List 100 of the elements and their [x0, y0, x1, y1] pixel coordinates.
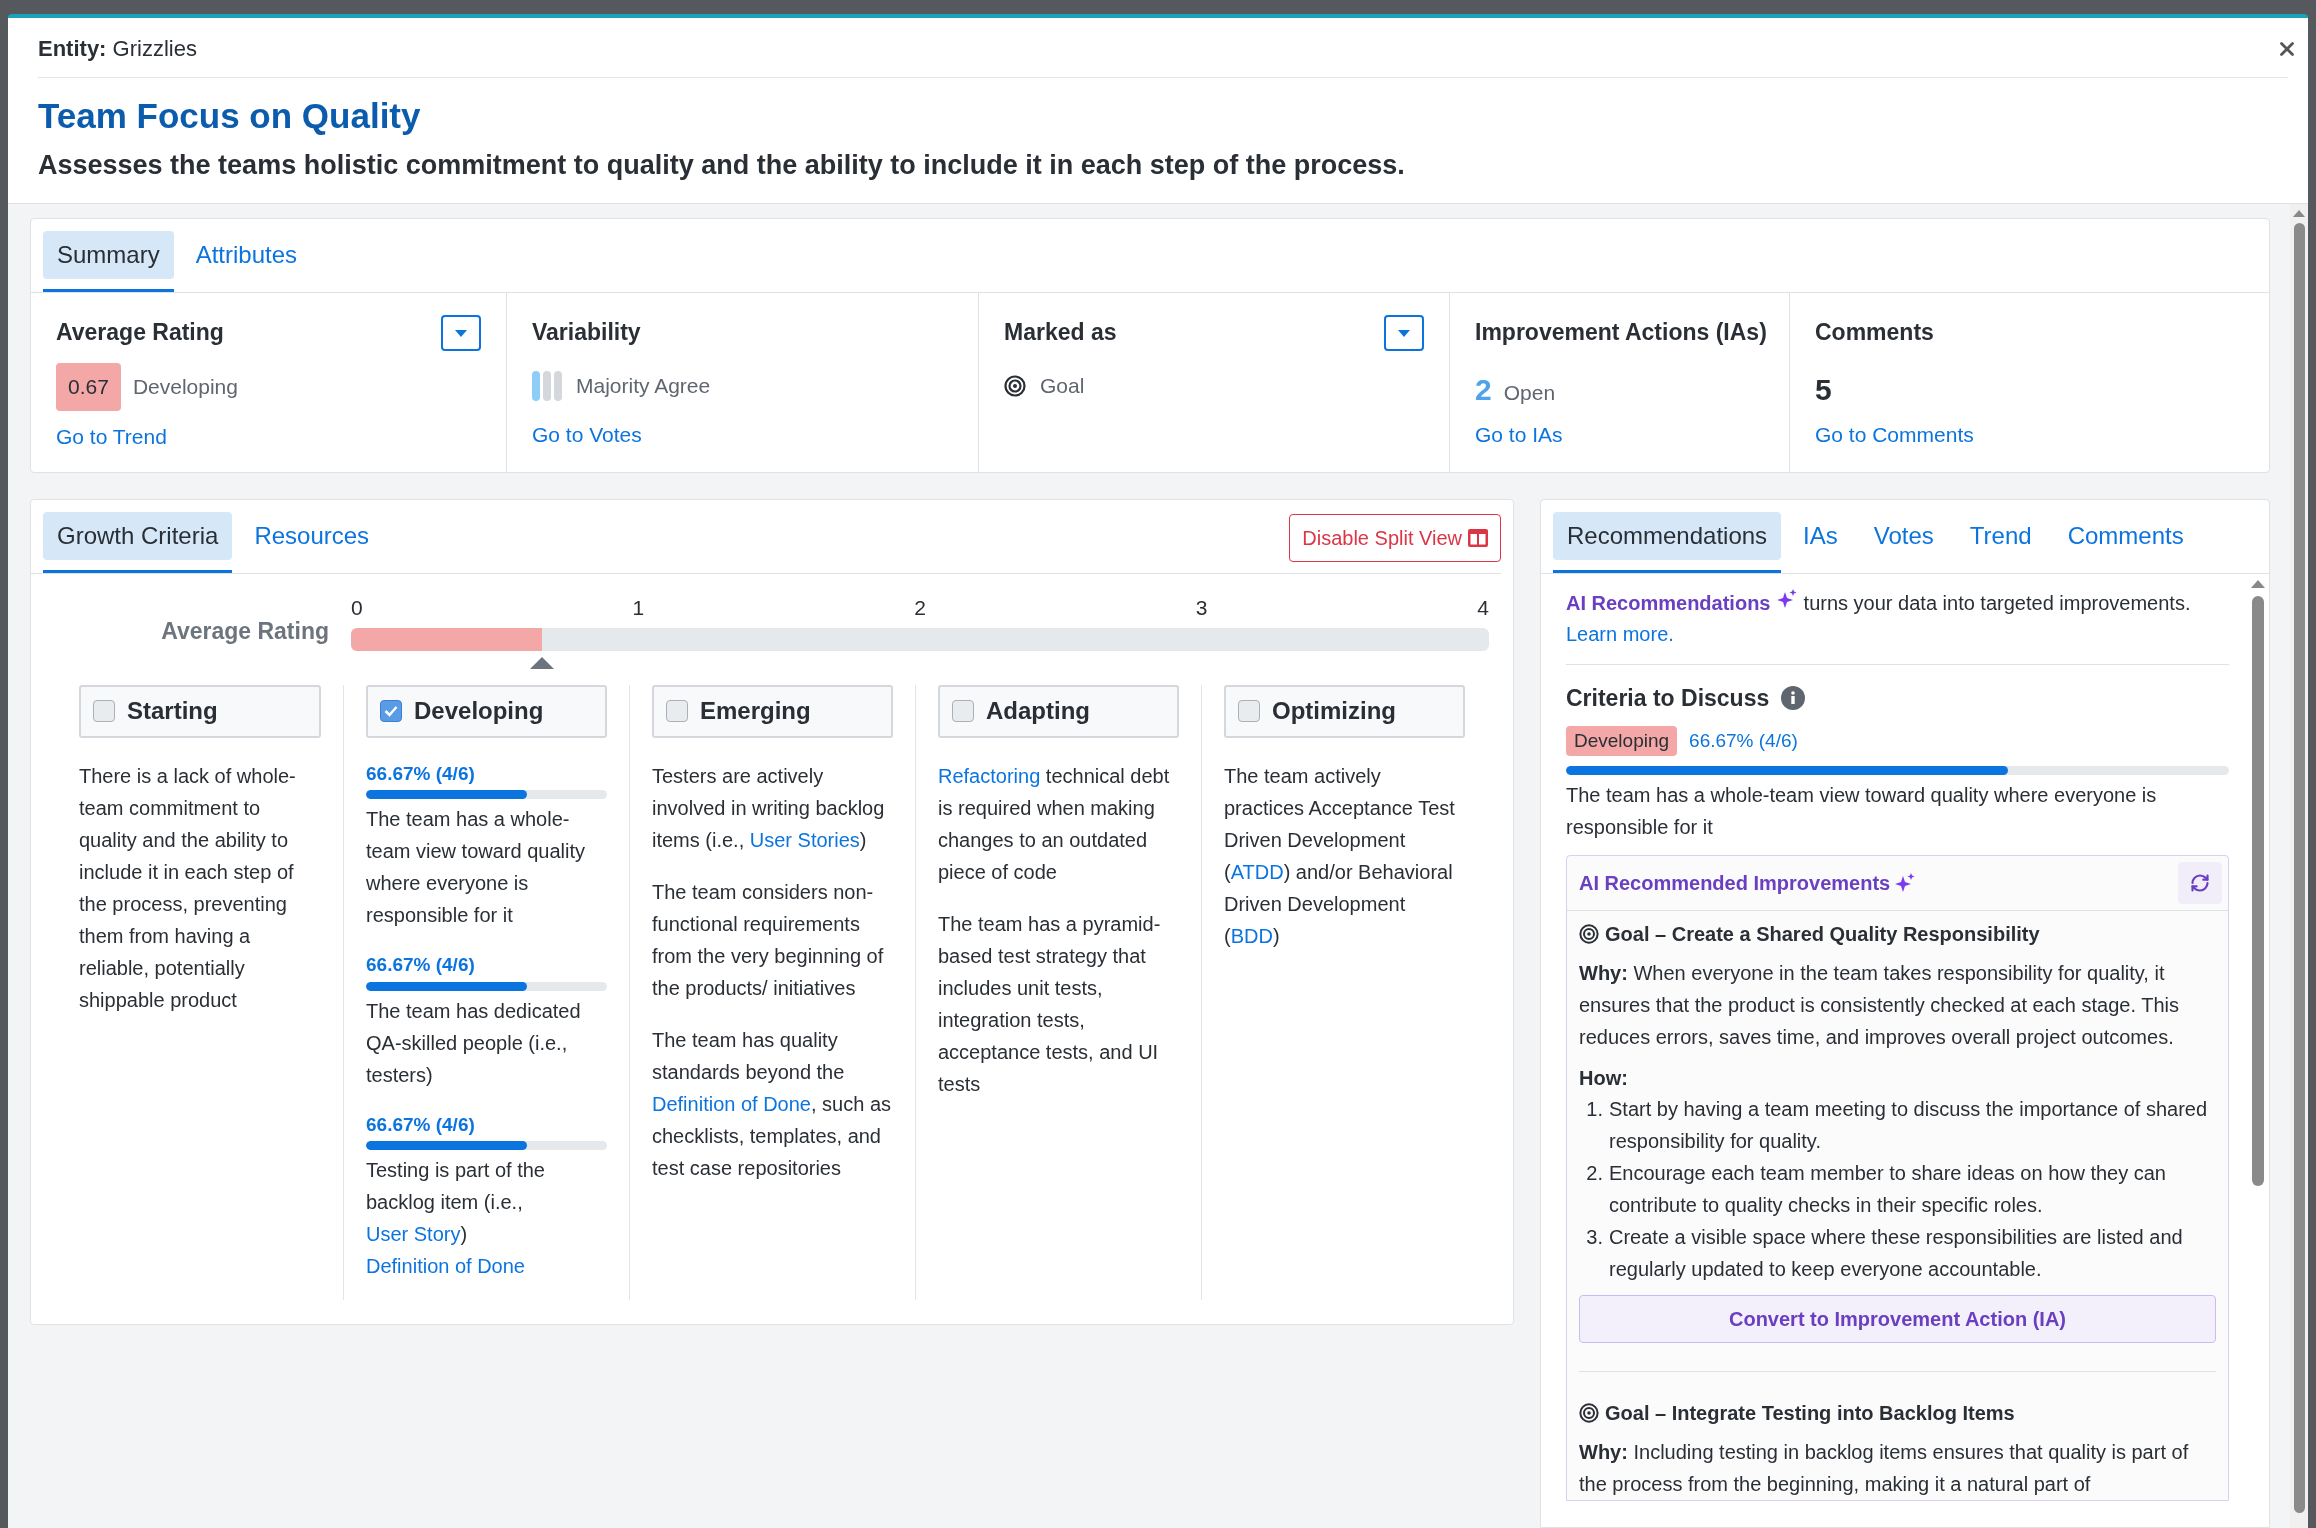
bars-icon: [532, 371, 564, 401]
scale-tick: 1: [632, 595, 645, 621]
text-link[interactable]: Learn more.: [1566, 623, 1674, 645]
scale-tick: 4: [1477, 595, 1489, 621]
status-text: Goal: [1040, 373, 1085, 400]
entity-name: Grizzlies: [112, 36, 197, 61]
criterion-text: The team has dedicated QA-skilled people (i.e., testers): [366, 998, 582, 1088]
criterion-text: The team considers non-functional requirements from the very beginning of the products/ initiatives: [652, 879, 885, 1001]
disable-split-view-button[interactable]: Disable Split View: [1289, 514, 1501, 562]
rating-badge: 0.67: [56, 363, 121, 411]
scale-tick: 0: [351, 595, 363, 621]
page-description: Assesses the teams holistic commitment to quality and the ability to include it in each step of the process.: [38, 148, 1406, 182]
refresh-icon: [2190, 873, 2210, 893]
how-label: How:: [1579, 1066, 1629, 1091]
intro-text: AI Recommendations turns your data into targeted improvements. Learn more.: [1566, 588, 2229, 665]
checkbox[interactable]: [952, 700, 974, 722]
goal-title: Goal – Create a Shared Quality Responsibility: [1605, 922, 2040, 947]
card-label: Variability: [532, 318, 641, 347]
text-link[interactable]: Definition of Done: [652, 1092, 811, 1115]
check-icon: [384, 705, 398, 717]
tab[interactable]: Votes: [1859, 512, 1948, 560]
scroll-up-icon[interactable]: [2251, 580, 2265, 588]
sparkle-icon: [1776, 588, 1799, 610]
dropdown-button[interactable]: [1384, 315, 1424, 351]
scale-label: Average Rating: [160, 617, 330, 646]
info-icon: [1781, 686, 1806, 711]
why-text: Why: When everyone in the team takes responsibility for quality, it ensures that the product is consistently checked at each stage. This reduces errors, saves time, and improves overall project outcomes.: [1579, 961, 2180, 1050]
text-link[interactable]: Go to Votes: [532, 423, 642, 446]
level-option[interactable]: Starting: [79, 684, 321, 738]
checkbox[interactable]: [1238, 700, 1260, 722]
criterion-text: Testing is part of the backlog item (i.e., User Story) Definition of Done: [366, 1158, 546, 1279]
entity-label: Entity:: [38, 36, 107, 61]
sparkle-icon: [1894, 872, 1917, 894]
criterion-text: Refactoring technical debt is required when making changes to an outdated piece of code: [938, 763, 1171, 885]
card-label: Marked as: [1004, 318, 1117, 347]
criterion-text: The team has a whole-team view toward quality where everyone is responsible for it: [1566, 783, 2158, 840]
card-label: Average Rating: [56, 318, 224, 347]
scrollbar[interactable]: [2290, 204, 2308, 1528]
scrollbar-thumb[interactable]: [2252, 596, 2264, 1186]
tab[interactable]: Trend: [1955, 512, 2046, 560]
text-link[interactable]: User Stories: [749, 828, 860, 851]
level-tag: Developing: [1566, 725, 1678, 756]
step-text: Start by having a team meeting to discuss the importance of shared responsibility for quality.: [1609, 1097, 2209, 1154]
step-number: 3.: [1585, 1225, 1604, 1250]
count-value: 2: [1475, 372, 1492, 408]
checkbox[interactable]: [666, 700, 688, 722]
text-link[interactable]: Go to Comments: [1815, 423, 1974, 446]
step-text: Encourage each team member to share ideas on how they can contribute to quality checks in their specific roles.: [1609, 1161, 2167, 1218]
scale-tick: 3: [1195, 595, 1208, 621]
level-option[interactable]: Developing: [366, 684, 607, 738]
card-label: Improvement Actions (IAs): [1475, 318, 1767, 347]
goal-title: Goal – Integrate Testing into Backlog Items: [1605, 1401, 2015, 1426]
tab[interactable]: IAs: [1789, 512, 1852, 560]
tab[interactable]: Summary: [43, 231, 174, 279]
status-text: Developing: [132, 374, 238, 400]
box-title: AI Recommended Improvements: [1579, 871, 1891, 896]
page-title: Team Focus on Quality: [38, 95, 422, 137]
step-number: 2.: [1585, 1161, 1604, 1186]
level-option[interactable]: Emerging: [652, 684, 893, 738]
criterion-text: The team has quality standards beyond the Definition of Done, such as checklists, templates, and test case repositories: [652, 1027, 893, 1181]
text-link[interactable]: Go to Trend: [56, 424, 167, 448]
scale-tick: 2: [914, 595, 926, 621]
marker-triangle-icon: [529, 656, 554, 669]
criterion-text: Testers are actively involved in writing backlog items (i.e., User Stories): [652, 763, 886, 853]
step-text: Create a visible space where these responsibilities are listed and regularly updated to keep everyone accountable.: [1609, 1225, 2184, 1282]
refresh-button[interactable]: [2178, 862, 2222, 904]
text-link[interactable]: Refactoring: [938, 764, 1041, 787]
progress-label: 66.67% (4/6): [1689, 728, 1798, 753]
dropdown-button[interactable]: [441, 315, 481, 351]
level-option[interactable]: Optimizing: [1224, 684, 1465, 738]
tab[interactable]: Comments: [2053, 512, 2198, 560]
text-link[interactable]: Definition of Done: [366, 1255, 525, 1277]
progress-label: 66.67% (4/6): [366, 1113, 475, 1135]
convert-button[interactable]: Convert to Improvement Action (IA): [1579, 1295, 2216, 1343]
text-link[interactable]: Go to IAs: [1475, 423, 1563, 446]
target-icon: [1579, 1403, 1599, 1423]
criterion-text: The team has a whole-team view toward quality where everyone is responsible for it: [366, 807, 586, 928]
criterion-text: The team has a pyramid-based test strategy that includes unit tests, integration tests, acceptance tests, and UI tests: [938, 911, 1162, 1097]
section-title: Criteria to Discuss: [1566, 684, 1770, 713]
level-option[interactable]: Adapting: [938, 684, 1179, 738]
status-text: Open: [1503, 380, 1556, 406]
scroll-up-icon[interactable]: [2293, 210, 2305, 217]
target-icon: [1004, 375, 1026, 397]
scrollbar-thumb[interactable]: [2293, 223, 2305, 1513]
text-link[interactable]: BDD: [1230, 924, 1273, 947]
tab[interactable]: Recommendations: [1553, 512, 1782, 560]
tab[interactable]: Growth Criteria: [43, 512, 233, 560]
caret-down-icon: [1397, 328, 1411, 338]
card-label: Comments: [1815, 318, 1934, 347]
criterion-text: There is a lack of whole-team commitment to quality and the ability to include it in each step of the process, preventing them from having a reliable, potentially shippable product: [79, 763, 297, 1013]
tab[interactable]: Resources: [240, 512, 384, 560]
checkbox[interactable]: [93, 700, 115, 722]
checkbox[interactable]: [380, 700, 402, 722]
text-link[interactable]: ATDD: [1230, 860, 1284, 883]
split-view-icon: [1468, 529, 1488, 547]
caret-down-icon: [454, 328, 468, 338]
text-link[interactable]: User Story: [366, 1223, 461, 1245]
tab[interactable]: Attributes: [181, 231, 312, 279]
why-text: Why: Including testing in backlog items ensures that quality is part of the process from the beginning, making it a natural part of: [1579, 1440, 2190, 1497]
status-text: Majority Agree: [576, 373, 711, 400]
